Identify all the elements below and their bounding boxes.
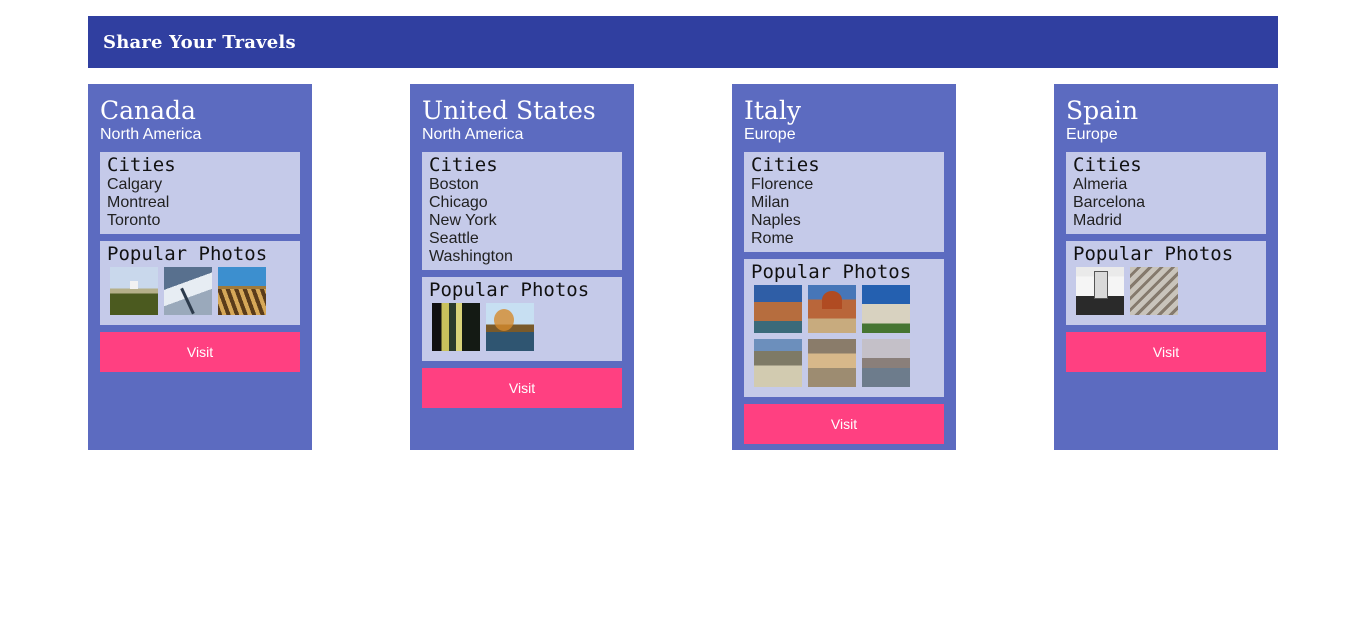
city-item: Naples	[751, 212, 801, 229]
city-item: Milan	[751, 194, 790, 211]
dock-photo[interactable]	[218, 267, 266, 315]
field-photo[interactable]	[110, 267, 158, 315]
snow-photo[interactable]	[164, 267, 212, 315]
continent-label: North America	[100, 126, 202, 143]
duomo-photo[interactable]	[808, 285, 856, 333]
city-item: Almeria	[1073, 176, 1128, 193]
photo-grid	[107, 265, 293, 321]
country-name: Italy	[744, 96, 801, 125]
city-item: Washington	[429, 248, 513, 265]
photos-heading: Popular Photos	[751, 261, 912, 283]
photos-panel: Popular Photos	[422, 277, 622, 361]
cities-panel: Cities Calgary Montreal Toronto	[100, 152, 300, 234]
country-name: Spain	[1066, 96, 1139, 125]
photos-panel: Popular Photos	[100, 241, 300, 325]
cities-panel: Cities Almeria Barcelona Madrid	[1066, 152, 1266, 234]
cities-panel: Cities Florence Milan Naples Rome	[744, 152, 944, 252]
city-item: Chicago	[429, 194, 488, 211]
city-item: Florence	[751, 176, 814, 193]
continent-label: North America	[422, 126, 524, 143]
city-item: Barcelona	[1073, 194, 1146, 211]
visit-button[interactable]: Visit	[1066, 332, 1266, 372]
continent-label: Europe	[1066, 126, 1118, 143]
country-name: United States	[422, 96, 596, 125]
cities-heading: Cities	[107, 154, 176, 176]
country-name: Canada	[100, 96, 196, 125]
venice-photo[interactable]	[754, 285, 802, 333]
lake-photo[interactable]	[486, 303, 534, 351]
arch-photo[interactable]	[1130, 267, 1178, 315]
city-item: Montreal	[107, 194, 170, 211]
country-card-italy: Italy Europe Cities Florence Milan Naple…	[732, 84, 956, 450]
plaza-photo[interactable]	[754, 339, 802, 387]
photos-panel: Popular Photos	[744, 259, 944, 397]
city-item: Rome	[751, 230, 794, 247]
visit-button[interactable]: Visit	[422, 368, 622, 408]
photo-grid	[1073, 265, 1259, 321]
tower-photo[interactable]	[432, 303, 480, 351]
visit-button[interactable]: Visit	[744, 404, 944, 444]
country-card-canada: Canada North America Cities Calgary Mont…	[88, 84, 312, 450]
cities-heading: Cities	[751, 154, 820, 176]
rome-photo[interactable]	[808, 339, 856, 387]
photo-grid	[429, 301, 615, 357]
photos-heading: Popular Photos	[107, 243, 268, 265]
cities-heading: Cities	[429, 154, 498, 176]
visit-button[interactable]: Visit	[100, 332, 300, 372]
country-card-united-states: United States North America Cities Bosto…	[410, 84, 634, 450]
city-item: Boston	[429, 176, 479, 193]
palace-photo[interactable]	[1076, 267, 1124, 315]
city-item: Seattle	[429, 230, 479, 247]
cities-heading: Cities	[1073, 154, 1142, 176]
photo-grid	[751, 283, 937, 393]
city-item: Toronto	[107, 212, 161, 229]
city-item: New York	[429, 212, 497, 229]
photos-heading: Popular Photos	[1073, 243, 1234, 265]
pisa-photo[interactable]	[862, 285, 910, 333]
photos-heading: Popular Photos	[429, 279, 590, 301]
site-header: Share Your Travels	[88, 16, 1278, 68]
city-item: Madrid	[1073, 212, 1122, 229]
site-title: Share Your Travels	[103, 31, 296, 53]
continent-label: Europe	[744, 126, 796, 143]
canal-photo[interactable]	[862, 339, 910, 387]
cities-panel: Cities Boston Chicago New York Seattle W…	[422, 152, 622, 270]
photos-panel: Popular Photos	[1066, 241, 1266, 325]
city-item: Calgary	[107, 176, 163, 193]
country-card-spain: Spain Europe Cities Almeria Barcelona Ma…	[1054, 84, 1278, 450]
